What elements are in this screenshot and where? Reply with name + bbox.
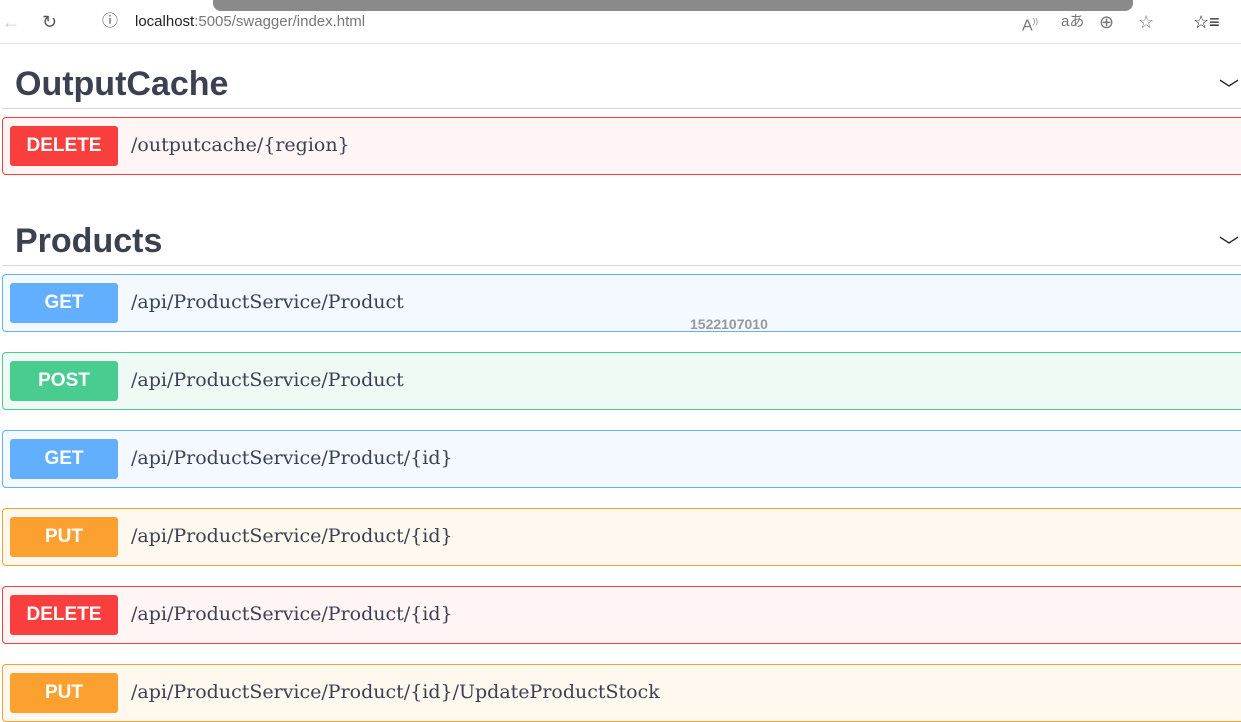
operation-row[interactable]: PUT/api/ProductService/Product/{id} xyxy=(2,508,1241,566)
method-badge: POST xyxy=(10,361,118,401)
operation-row[interactable]: POST/api/ProductService/Product xyxy=(2,352,1241,410)
info-icon[interactable]: ⓘ xyxy=(102,12,118,32)
method-badge: PUT xyxy=(10,673,118,713)
method-badge: GET xyxy=(10,439,118,479)
tab-drag-bar xyxy=(213,0,1133,11)
refresh-icon[interactable]: ↻ xyxy=(42,12,57,32)
operation-path: /api/ProductService/Product/{id} xyxy=(131,603,453,625)
operation-path: /api/ProductService/Product xyxy=(131,291,404,313)
url-host: localhost xyxy=(135,13,195,30)
address-bar[interactable]: localhost:5005/swagger/index.html xyxy=(135,13,365,30)
chevron-down-icon[interactable]: ﹀ xyxy=(1219,73,1239,102)
operation-row[interactable]: DELETE/outputcache/{region} xyxy=(2,117,1241,175)
add-favorite-icon[interactable]: ☆ xyxy=(1138,12,1154,32)
method-badge: DELETE xyxy=(10,595,118,635)
operation-path: /api/ProductService/Product/{id} xyxy=(131,525,453,547)
operation-path: /outputcache/{region} xyxy=(131,134,350,156)
operation-row[interactable]: GET/api/ProductService/Product xyxy=(2,274,1241,332)
section-products[interactable]: Products ﹀ xyxy=(2,210,1241,266)
method-badge: GET xyxy=(10,283,118,323)
operation-path: /api/ProductService/Product xyxy=(131,369,404,391)
watermark: 1522107010 xyxy=(690,316,768,332)
method-badge: PUT xyxy=(10,517,118,557)
translate-icon[interactable]: aあ xyxy=(1061,12,1084,32)
operation-row[interactable]: PUT/api/ProductService/Product/{id}/Upda… xyxy=(2,664,1241,722)
section-outputcache[interactable]: OutputCache ﹀ xyxy=(2,53,1241,109)
section-title: Products xyxy=(15,222,163,260)
operation-path: /api/ProductService/Product/{id}/UpdateP… xyxy=(131,681,660,703)
read-aloud-icon[interactable]: A)) xyxy=(1022,12,1038,36)
chevron-down-icon[interactable]: ﹀ xyxy=(1219,230,1239,259)
section-title: OutputCache xyxy=(15,65,229,103)
operation-row[interactable]: GET/api/ProductService/Product/{id} xyxy=(2,430,1241,488)
zoom-icon[interactable]: ⊕ xyxy=(1099,12,1114,32)
operation-row[interactable]: DELETE/api/ProductService/Product/{id} xyxy=(2,586,1241,644)
back-icon[interactable]: ← xyxy=(2,12,20,32)
method-badge: DELETE xyxy=(10,126,118,166)
operation-path: /api/ProductService/Product/{id} xyxy=(131,447,453,469)
url-path: :5005/swagger/index.html xyxy=(194,13,366,30)
favorites-icon[interactable]: ☆≡ xyxy=(1193,12,1220,32)
